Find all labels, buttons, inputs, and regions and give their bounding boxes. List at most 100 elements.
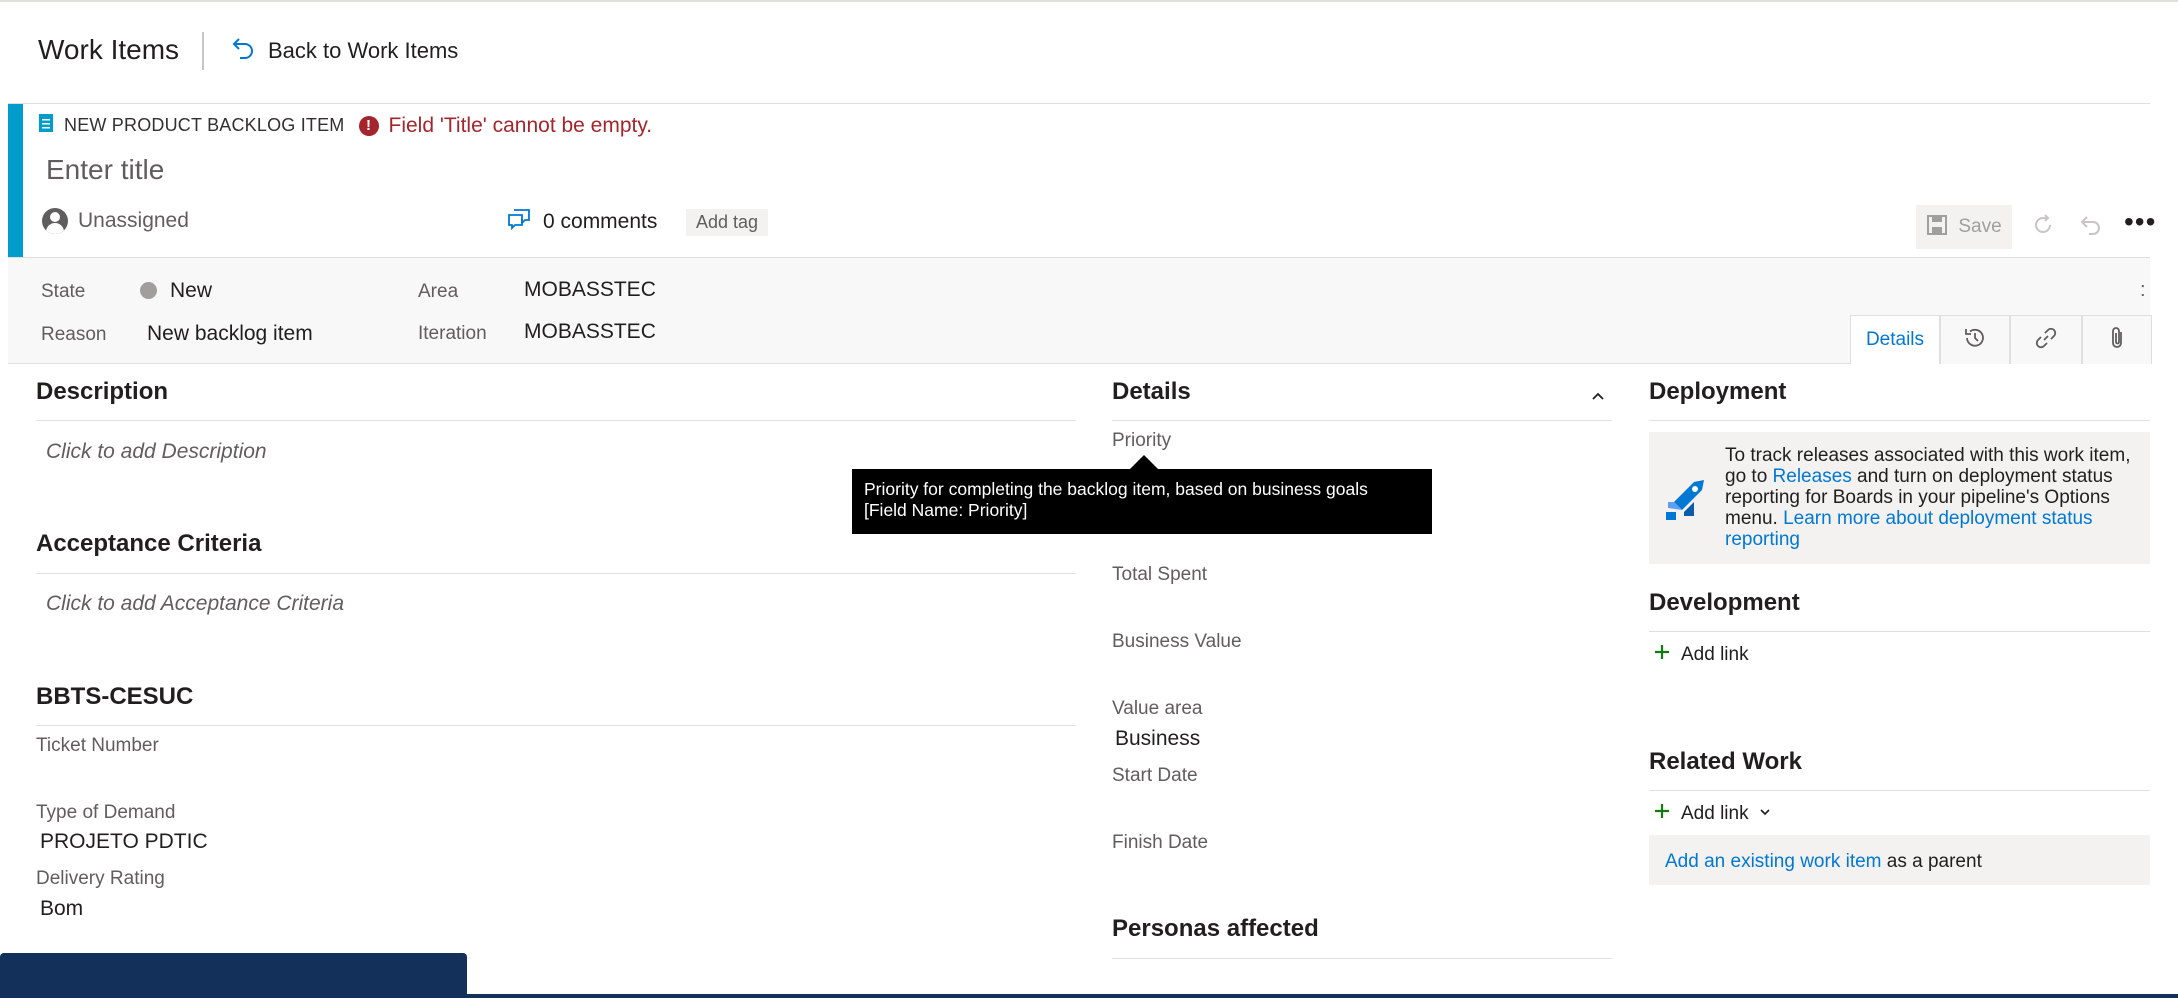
related-work-add-link[interactable]: Add link [1653, 802, 1771, 825]
value-area-label: Value area [1112, 698, 1203, 719]
ticket-number-field[interactable] [40, 762, 440, 788]
chevron-down-icon [1759, 805, 1771, 823]
assigned-to-picker[interactable]: Unassigned [42, 208, 189, 234]
reason-label: Reason [41, 324, 107, 345]
finish-date-label: Finish Date [1112, 832, 1209, 853]
releases-link[interactable]: Releases [1773, 466, 1852, 487]
page-title: Work Items [38, 34, 180, 65]
work-item-tabs: Details [1850, 315, 2152, 364]
bottom-notification-panel [0, 953, 467, 998]
title-input[interactable] [36, 150, 1636, 190]
priority-label: Priority [1112, 430, 1172, 451]
tab-attachments[interactable] [2082, 315, 2152, 364]
state-indicator-dot [140, 282, 157, 299]
tab-history[interactable] [1940, 315, 2010, 364]
custom-group-rule [36, 725, 1076, 726]
business-value-label: Business Value [1112, 631, 1242, 652]
development-rule [1649, 631, 2150, 632]
area-value[interactable]: MOBASSTEC [524, 278, 656, 302]
state-value[interactable]: New [170, 279, 212, 303]
development-heading: Development [1649, 589, 1800, 616]
error-icon: ! [358, 115, 379, 136]
description-editor[interactable]: Click to add Description [46, 440, 267, 464]
as-parent-text: as a parent [1881, 851, 1982, 872]
header-divider-line [8, 103, 2150, 104]
more-actions-button[interactable]: ••• [2124, 208, 2156, 236]
pipelines-rocket-icon [1662, 472, 1712, 527]
acceptance-criteria-rule [36, 573, 1076, 574]
acceptance-criteria-heading: Acceptance Criteria [36, 530, 262, 557]
validation-error-message: Field 'Title' cannot be empty. [388, 113, 653, 137]
save-button[interactable]: Save [1916, 205, 2012, 249]
iteration-value[interactable]: MOBASSTEC [524, 320, 656, 344]
bottom-bar [0, 994, 2178, 998]
deployment-rule [1649, 420, 2150, 421]
tooltip-line-1: Priority for completing the backlog item… [864, 479, 1368, 499]
refresh-icon [2031, 213, 2055, 242]
history-icon [1963, 326, 1987, 355]
paperclip-icon [2107, 325, 2127, 356]
unassigned-avatar-icon [42, 208, 68, 234]
total-spent-label: Total Spent [1112, 564, 1208, 585]
add-parent-text: Add an existing work item as a parent [1665, 851, 1982, 873]
tab-details[interactable]: Details [1850, 315, 1940, 364]
custom-group-heading: BBTS-CESUC [36, 683, 194, 710]
refresh-button[interactable] [2026, 210, 2060, 244]
save-label: Save [1958, 216, 2002, 237]
type-of-demand-field[interactable]: PROJETO PDTIC [40, 830, 208, 854]
area-label: Area [418, 281, 459, 302]
tab-links[interactable] [2010, 315, 2082, 364]
tooltip-arrow [1130, 455, 1158, 469]
add-tag-button[interactable]: Add tag [686, 209, 769, 236]
related-work-heading: Related Work [1649, 748, 1802, 775]
work-item-type-label: NEW PRODUCT BACKLOG ITEM [64, 115, 345, 135]
save-icon [1926, 214, 1948, 241]
deployment-heading: Deployment [1649, 378, 1787, 405]
backlog-item-icon [38, 113, 54, 138]
work-item-type-accent [8, 104, 23, 257]
priority-tooltip: Priority for completing the backlog item… [852, 469, 1432, 534]
start-date-label: Start Date [1112, 765, 1198, 786]
band-overflow-handle[interactable]: : [2140, 279, 2146, 302]
revert-button[interactable] [2074, 210, 2108, 244]
description-heading: Description [36, 378, 169, 405]
delivery-rating-field[interactable]: Bom [40, 897, 83, 921]
related-work-rule [1649, 790, 2150, 791]
assignee-label: Unassigned [78, 209, 189, 232]
type-of-demand-label: Type of Demand [36, 802, 176, 823]
plus-icon [1653, 802, 1671, 825]
add-existing-work-item-link[interactable]: Add an existing work item [1665, 851, 1882, 872]
comment-icon [507, 208, 531, 235]
personas-affected-rule [1112, 958, 1612, 959]
ticket-number-label: Ticket Number [36, 735, 159, 756]
plus-icon [1653, 643, 1671, 666]
reason-value[interactable]: New backlog item [147, 322, 313, 346]
tooltip-line-2: [Field Name: Priority] [864, 500, 1028, 520]
development-add-link[interactable]: Add link [1653, 643, 1749, 666]
details-rule [1112, 420, 1612, 421]
top-border [0, 0, 2178, 2]
tab-details-label: Details [1865, 329, 1925, 350]
state-label: State [41, 281, 86, 302]
undo-arrow-icon [232, 36, 254, 65]
deployment-info-text: To track releases associated with this w… [1725, 445, 2145, 550]
related-work-add-link-label: Add link [1681, 802, 1749, 824]
back-to-work-items-link[interactable]: Back to Work Items [232, 36, 458, 65]
value-area-field[interactable]: Business [1115, 727, 1200, 751]
description-rule [36, 420, 1076, 421]
work-item-type-bar: NEW PRODUCT BACKLOG ITEM ! Field 'Title'… [38, 113, 652, 138]
comments-count: 0 comments [543, 209, 658, 233]
personas-affected-heading: Personas affected [1112, 915, 1319, 942]
header-divider [202, 32, 204, 70]
back-link-label: Back to Work Items [268, 37, 459, 63]
undo-icon [2079, 213, 2103, 242]
fields-band [8, 257, 2150, 364]
link-icon [2034, 326, 2058, 355]
collapse-chevron-icon[interactable] [1590, 388, 1606, 409]
comments-link[interactable]: 0 comments [507, 208, 657, 235]
development-add-link-label: Add link [1681, 643, 1749, 665]
delivery-rating-label: Delivery Rating [36, 868, 165, 889]
acceptance-criteria-editor[interactable]: Click to add Acceptance Criteria [46, 592, 344, 616]
details-heading: Details [1112, 378, 1191, 405]
iteration-label: Iteration [418, 323, 487, 344]
